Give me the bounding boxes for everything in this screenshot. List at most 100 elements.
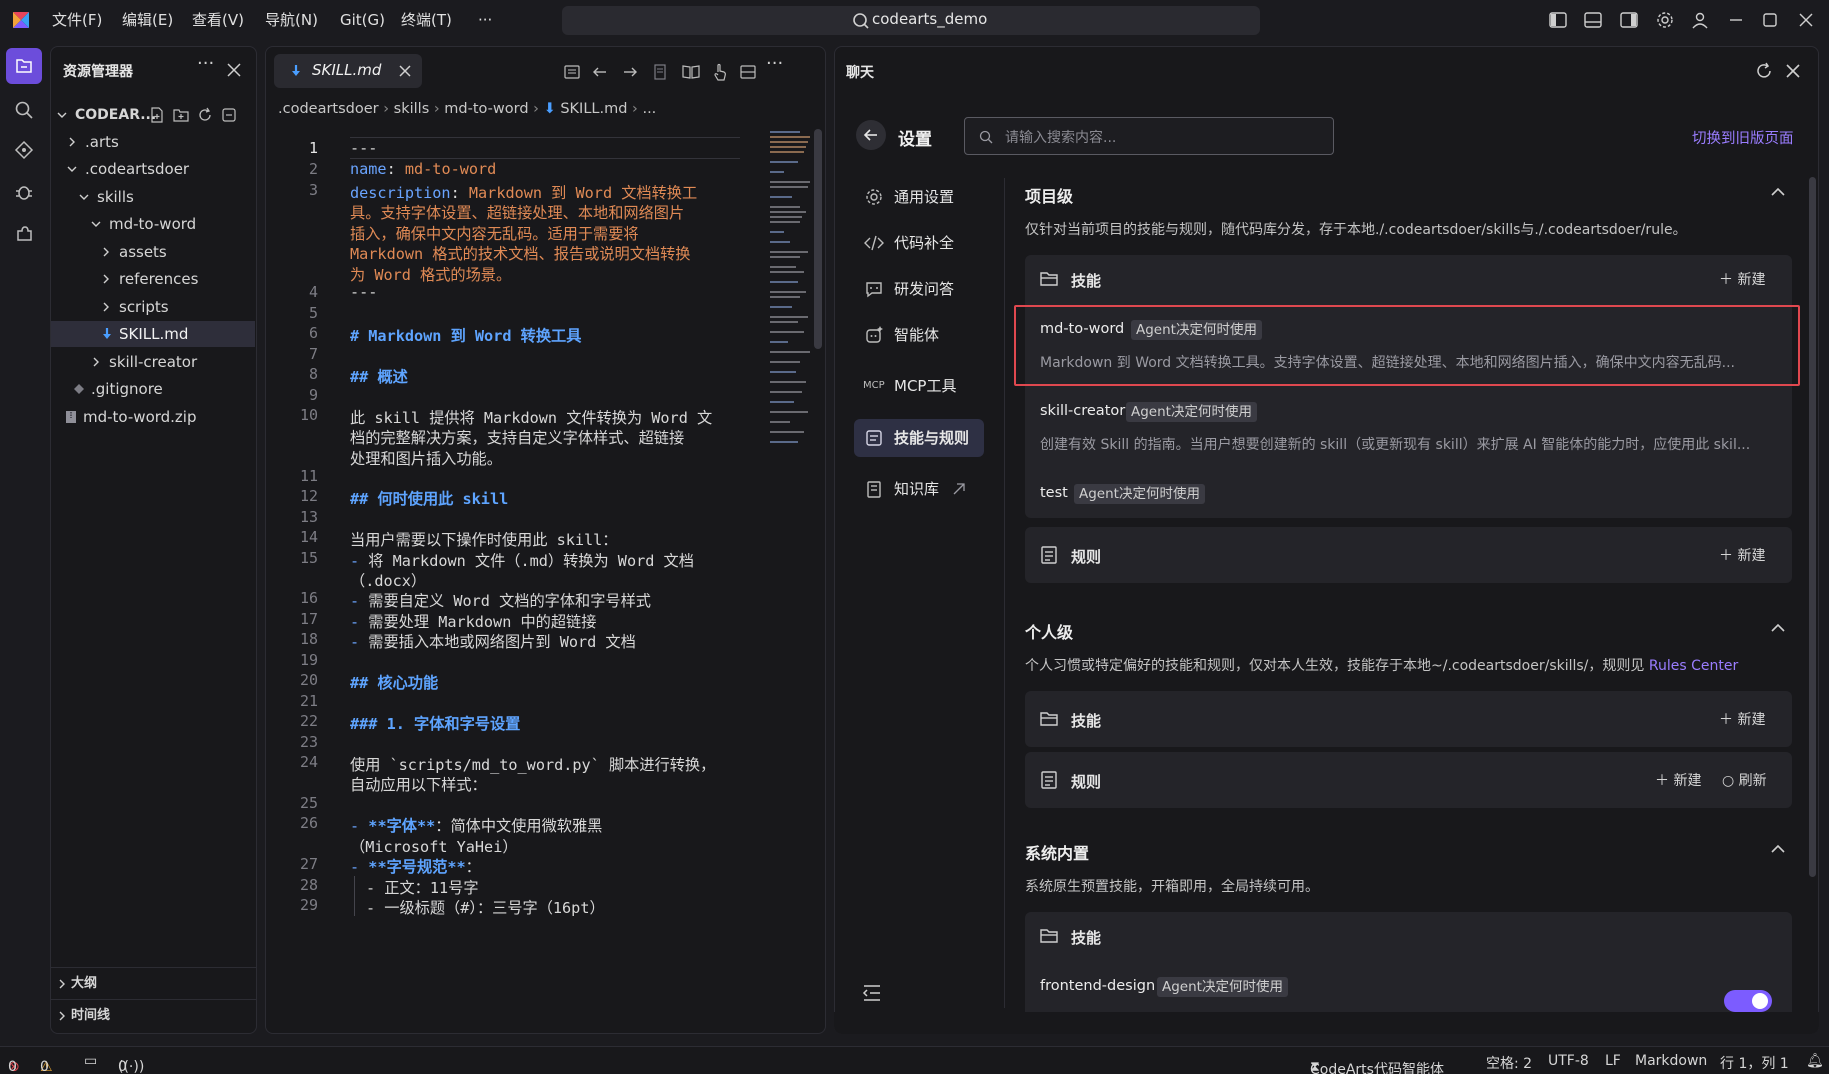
chevron-right-icon	[59, 1011, 65, 1021]
explorer-icon[interactable]	[6, 48, 42, 84]
cursor-position[interactable]: 行 1，列 1	[1720, 1053, 1789, 1073]
plus-icon: ＋	[1719, 272, 1733, 288]
breadcrumb-item[interactable]: SKILL.md	[560, 101, 627, 117]
chevron-up-icon[interactable]	[1770, 843, 1786, 855]
arrow-right-icon[interactable]	[622, 64, 638, 80]
menu-navigate[interactable]: 导航(N)	[265, 0, 318, 40]
nav-mcp-tools[interactable]: MCP MCP工具	[854, 367, 984, 405]
settings-search-input[interactable]: 请输入搜索内容...	[964, 117, 1334, 155]
indentation[interactable]: 空格: 2	[1486, 1053, 1532, 1073]
menu-git[interactable]: Git(G)	[340, 0, 385, 40]
personal-section-desc: 个人习惯或特定偏好的技能和规则，仅对本人生效，技能存于本地~/.codearts…	[1025, 658, 1739, 674]
tree-root[interactable]: CODEAR...	[51, 102, 255, 128]
close-window-icon[interactable]	[1796, 10, 1816, 30]
settings-scrollbar[interactable]	[1809, 177, 1816, 877]
more-actions-icon[interactable]: ···	[197, 53, 214, 74]
editor-scrollbar[interactable]	[814, 129, 822, 349]
toggle-secondary-sidebar-icon[interactable]	[1619, 10, 1639, 30]
timeline-section[interactable]: 时间线	[51, 1003, 255, 1029]
nav-skills-rules[interactable]: 技能与规则	[854, 419, 984, 457]
rules-center-link[interactable]: Rules Center	[1649, 658, 1738, 674]
personal-rules-new-button[interactable]: ＋ 新建	[1655, 770, 1701, 790]
bell-icon[interactable]: 🔔︎	[1806, 1053, 1824, 1069]
tree-item-scripts[interactable]: scripts	[51, 294, 255, 320]
switch-old-page-link[interactable]: 切换到旧版页面	[1692, 127, 1794, 148]
chevron-up-icon[interactable]	[1770, 622, 1786, 634]
monitor-icon[interactable]: ▭	[84, 1053, 97, 1069]
tree-item-skills[interactable]: skills	[51, 184, 255, 210]
skill-toggle[interactable]	[1724, 990, 1772, 1012]
tree-item-zip[interactable]: md-to-word.zip	[51, 404, 255, 430]
hand-pointer-icon[interactable]	[712, 63, 728, 81]
minimap[interactable]	[768, 129, 812, 459]
document-icon[interactable]	[652, 64, 668, 80]
menu-view[interactable]: 查看(V)	[192, 0, 244, 40]
breadcrumb-item[interactable]: md-to-word	[444, 101, 528, 117]
editor-more-icon[interactable]: ···	[766, 53, 783, 74]
preview-icon[interactable]	[564, 64, 580, 80]
account-icon[interactable]	[1690, 10, 1710, 30]
tree-item-references[interactable]: references	[51, 266, 255, 292]
tree-item-skill-creator[interactable]: skill-creator	[51, 349, 255, 375]
nav-dev-qa[interactable]: 研发问答	[854, 270, 984, 308]
code-area[interactable]: --- name: md-to-word description: Markdo…	[350, 129, 740, 1029]
outline-section[interactable]: 大纲	[51, 971, 255, 997]
close-icon[interactable]	[1785, 63, 1801, 79]
end-of-line[interactable]: LF	[1605, 1053, 1621, 1069]
skill-badge[interactable]: Agent决定何时使用	[1157, 977, 1288, 997]
collapse-all-icon[interactable]	[221, 107, 237, 123]
tree-item-gitignore[interactable]: .gitignore	[51, 376, 255, 402]
project-skills-new-button[interactable]: ＋ 新建	[1719, 269, 1765, 289]
menu-more[interactable]: ···	[478, 0, 492, 40]
nav-code-completion[interactable]: 代码补全	[854, 224, 984, 262]
editor-tab-skill-md[interactable]: SKILL.md	[274, 54, 422, 88]
skill-badge[interactable]: Agent决定何时使用	[1126, 402, 1257, 422]
command-search[interactable]: codearts_demo	[562, 6, 1260, 35]
breadcrumb-item[interactable]: ...	[642, 101, 656, 117]
skill-item-md-to-word[interactable]	[1014, 305, 1800, 386]
close-tab-icon[interactable]	[398, 64, 412, 78]
chevron-up-icon[interactable]	[1770, 186, 1786, 198]
tree-item-assets[interactable]: assets	[51, 239, 255, 265]
collapse-sidebar-icon[interactable]	[862, 984, 882, 1002]
toggle-panel-icon[interactable]	[1583, 10, 1603, 30]
project-rules-new-button[interactable]: ＋ 新建	[1719, 545, 1765, 565]
open-book-icon[interactable]	[682, 64, 700, 80]
nav-knowledge-base[interactable]: 知识库	[854, 470, 984, 508]
nav-agent[interactable]: 智能体	[854, 316, 984, 354]
skill-badge[interactable]: Agent决定何时使用	[1074, 484, 1205, 504]
minimize-icon[interactable]	[1726, 10, 1746, 30]
menu-edit[interactable]: 编辑(E)	[122, 0, 173, 40]
breadcrumb-item[interactable]: .codeartsdoer	[278, 101, 379, 117]
chat-bubble-icon	[866, 282, 882, 298]
skill-badge[interactable]: Agent决定何时使用	[1131, 320, 1262, 340]
personal-skills-new-button[interactable]: ＋ 新建	[1719, 709, 1765, 729]
menu-file[interactable]: 文件(F)	[52, 0, 102, 40]
language-mode[interactable]: Markdown	[1635, 1053, 1707, 1069]
nav-general-settings[interactable]: 通用设置	[854, 178, 984, 216]
arrow-left-icon[interactable]	[592, 64, 608, 80]
debug-icon[interactable]	[6, 174, 42, 210]
close-icon[interactable]	[227, 63, 241, 77]
search-view-icon[interactable]	[6, 92, 42, 128]
tree-item-codeartsdoer[interactable]: .codeartsdoer	[51, 156, 255, 182]
menu-terminal[interactable]: 终端(T)	[401, 0, 452, 40]
refresh-icon[interactable]	[1755, 62, 1773, 80]
project-section-title: 项目级	[1025, 187, 1074, 206]
encoding[interactable]: UTF-8	[1548, 1053, 1589, 1069]
gear-icon[interactable]	[1655, 10, 1675, 30]
maximize-icon[interactable]	[1760, 10, 1780, 30]
extensions-icon[interactable]	[6, 216, 42, 252]
tree-item-arts[interactable]: .arts	[51, 129, 255, 155]
refresh-icon[interactable]	[197, 107, 213, 123]
breadcrumb-item[interactable]: skills	[394, 101, 430, 117]
new-file-icon[interactable]	[149, 107, 165, 123]
back-button[interactable]	[856, 120, 886, 150]
tree-item-md-to-word[interactable]: md-to-word	[51, 211, 255, 237]
new-folder-icon[interactable]	[173, 107, 189, 123]
source-control-icon[interactable]	[6, 132, 42, 168]
tree-item-skill-md[interactable]: SKILL.md	[51, 321, 255, 347]
split-editor-icon[interactable]	[740, 64, 756, 80]
personal-rules-refresh-button[interactable]: ○ 刷新	[1722, 770, 1767, 790]
toggle-sidebar-icon[interactable]	[1548, 10, 1568, 30]
